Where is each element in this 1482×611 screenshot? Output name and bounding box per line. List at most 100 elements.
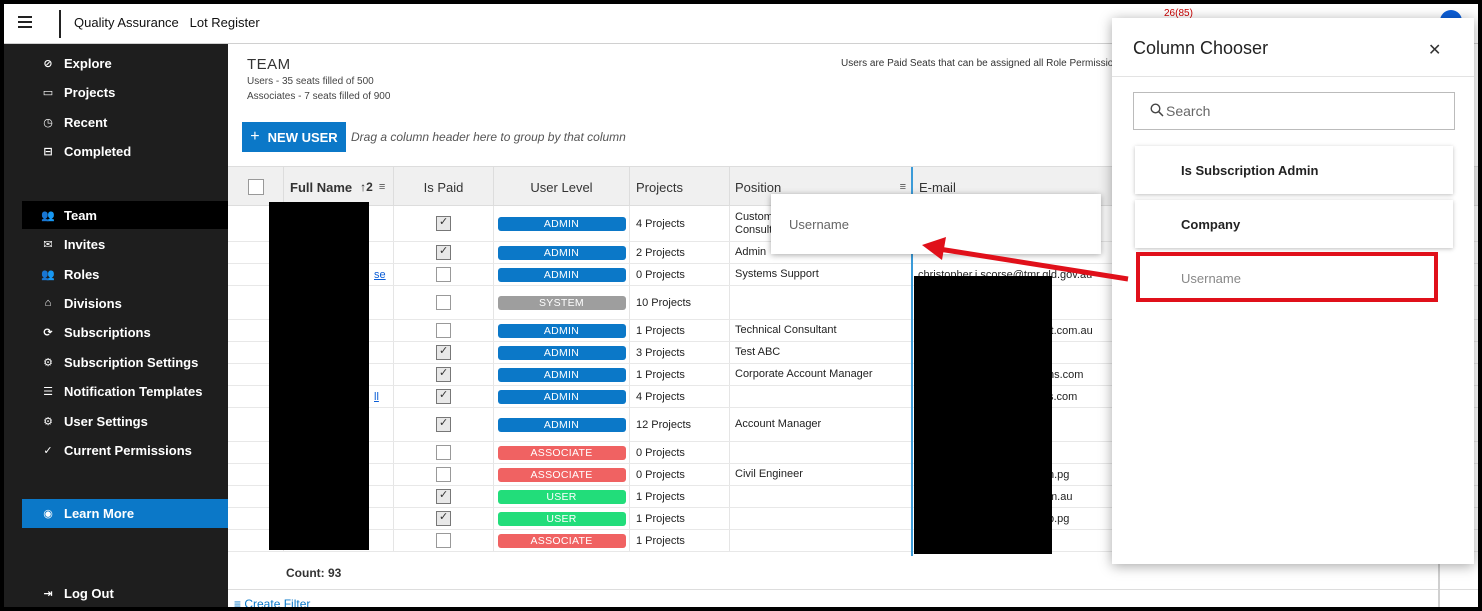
sidebar-item-completed[interactable]: ⊟ Completed <box>22 137 228 165</box>
is-paid-checkbox[interactable] <box>436 467 451 482</box>
position-text: Systems Support <box>735 268 819 280</box>
learn-more-button[interactable]: ◉ Learn More <box>22 499 228 528</box>
filter-icon: ≡ <box>234 597 245 607</box>
sidebar-item-explore[interactable]: ⊘ Explore <box>22 49 228 77</box>
cell-projects: 2 Projects <box>630 242 730 263</box>
sidebar-item-roles[interactable]: 👥 Roles <box>22 260 228 288</box>
sidebar-item-notification-templates[interactable]: ☰ Notification Templates <box>22 377 228 405</box>
user-level-badge: ADMIN <box>497 345 626 360</box>
page-title: TEAM <box>247 56 291 73</box>
cell-user-level: ADMIN <box>494 206 630 241</box>
gear-icon: ⚙ <box>43 356 53 369</box>
header-full-name-label: Full Name <box>290 179 353 195</box>
group-panel-hint[interactable]: Drag a column header here to group by th… <box>351 130 626 144</box>
user-name-link[interactable]: se <box>374 269 386 281</box>
sidebar-item-label: Explore <box>64 55 112 71</box>
user-name-link[interactable]: ll <box>374 391 379 403</box>
app-title: Quality Assurance Lot Register <box>74 15 260 30</box>
sidebar-item-subscription-settings[interactable]: ⚙ Subscription Settings <box>22 348 228 376</box>
cell-is-paid <box>394 264 494 285</box>
cell-user-level: ADMIN <box>494 342 630 363</box>
is-paid-checkbox[interactable] <box>436 215 451 231</box>
cell-position: Civil Engineer <box>730 464 912 485</box>
cell-position <box>730 386 912 407</box>
sidebar-item-label: User Settings <box>64 413 148 429</box>
cell-projects: 10 Projects <box>630 286 730 319</box>
is-paid-checkbox[interactable] <box>436 295 451 310</box>
is-paid-checkbox[interactable] <box>436 510 451 526</box>
header-is-paid[interactable]: Is Paid <box>394 167 494 207</box>
cell-position: Account Manager <box>730 408 912 441</box>
new-user-label: NEW USER <box>267 129 338 145</box>
cell-user-level: SYSTEM <box>494 286 630 319</box>
sidebar-item-team[interactable]: 👥 Team <box>22 201 228 229</box>
header-full-name[interactable]: Full Name ↑ 2 ≡ <box>284 167 394 207</box>
cell-position: Test ABC <box>730 342 912 363</box>
sidebar-item-current-permissions[interactable]: ✓ Current Permissions <box>22 436 228 464</box>
home-icon: ⌂ <box>44 297 52 309</box>
filter-icon[interactable]: ≡ <box>379 181 385 193</box>
projects-count: 1 Projects <box>636 324 685 337</box>
is-paid-checkbox[interactable] <box>436 244 451 260</box>
list-icon: ☰ <box>43 385 53 398</box>
cell-is-paid <box>394 364 494 385</box>
mail-icon: ✉ <box>43 238 53 251</box>
cell-is-paid <box>394 486 494 507</box>
chooser-item-is-subscription-admin[interactable]: Is Subscription Admin <box>1135 146 1453 194</box>
user-level-badge: ADMIN <box>497 245 626 260</box>
sidebar-item-label: Notification Templates <box>64 383 203 399</box>
column-drag-ghost[interactable]: Username <box>771 194 1101 254</box>
is-paid-checkbox[interactable] <box>436 488 451 504</box>
sidebar: ⊘ Explore ▭ Projects ◷ Recent ⊟ Completed 👥 Team ✉… <box>4 44 228 607</box>
is-paid-checkbox[interactable] <box>436 445 451 460</box>
chooser-item-company[interactable]: Company <box>1135 200 1453 248</box>
new-user-button[interactable]: + NEW USER <box>242 122 346 152</box>
sidebar-item-projects[interactable]: ▭ Projects <box>22 78 228 106</box>
close-icon[interactable]: ✕ <box>1428 40 1441 60</box>
is-paid-checkbox[interactable] <box>436 533 451 548</box>
cell-user-level: ADMIN <box>494 264 630 285</box>
position-text: Technical Consultant <box>735 324 837 336</box>
is-paid-checkbox[interactable] <box>436 388 451 404</box>
redaction-block <box>269 202 369 550</box>
is-paid-checkbox[interactable] <box>436 267 451 282</box>
cell-position <box>730 508 912 529</box>
position-text: Test ABC <box>735 346 781 358</box>
column-search-field[interactable] <box>1133 92 1455 130</box>
logout-button[interactable]: ⇥ Log Out <box>22 579 228 607</box>
header-projects[interactable]: Projects <box>630 167 730 207</box>
compass-icon: ⊘ <box>43 57 53 70</box>
sidebar-item-invites[interactable]: ✉ Invites <box>22 230 228 258</box>
check-icon: ✓ <box>43 444 53 457</box>
filter-icon[interactable]: ≡ <box>900 181 906 193</box>
cell-projects: 0 Projects <box>630 464 730 485</box>
position-text: Admin <box>735 246 767 258</box>
select-all-checkbox[interactable] <box>247 179 264 195</box>
chooser-divider <box>1112 76 1474 77</box>
is-paid-checkbox[interactable] <box>436 416 451 432</box>
sidebar-item-label: Roles <box>64 266 100 282</box>
sidebar-item-user-settings[interactable]: ⚙ User Settings <box>22 407 228 435</box>
sidebar-item-divisions[interactable]: ⌂ Divisions <box>22 289 228 317</box>
select-all-cell <box>228 167 284 207</box>
header-user-level[interactable]: User Level <box>494 167 630 207</box>
logout-icon: ⇥ <box>43 587 53 600</box>
column-search-input[interactable] <box>1166 103 1436 119</box>
cell-is-paid <box>394 530 494 551</box>
cell-projects: 4 Projects <box>630 206 730 241</box>
column-chooser-title: Column Chooser <box>1133 38 1269 58</box>
projects-count: 12 Projects <box>636 418 692 431</box>
create-filter-link[interactable]: ≡ Create Filter <box>234 597 310 607</box>
cell-user-level: ADMIN <box>494 320 630 341</box>
is-paid-checkbox[interactable] <box>436 344 451 360</box>
is-paid-checkbox[interactable] <box>436 323 451 338</box>
projects-count: 4 Projects <box>636 390 685 403</box>
projects-count: 2 Projects <box>636 246 685 259</box>
clock-icon: ◷ <box>43 116 53 129</box>
position-text: Account Manager <box>735 418 822 430</box>
hamburger-menu-icon[interactable] <box>18 16 32 28</box>
cell-position <box>730 286 912 319</box>
is-paid-checkbox[interactable] <box>436 366 451 382</box>
sidebar-item-subscriptions[interactable]: ⟳ Subscriptions <box>22 318 228 346</box>
sidebar-item-recent[interactable]: ◷ Recent <box>22 108 228 136</box>
